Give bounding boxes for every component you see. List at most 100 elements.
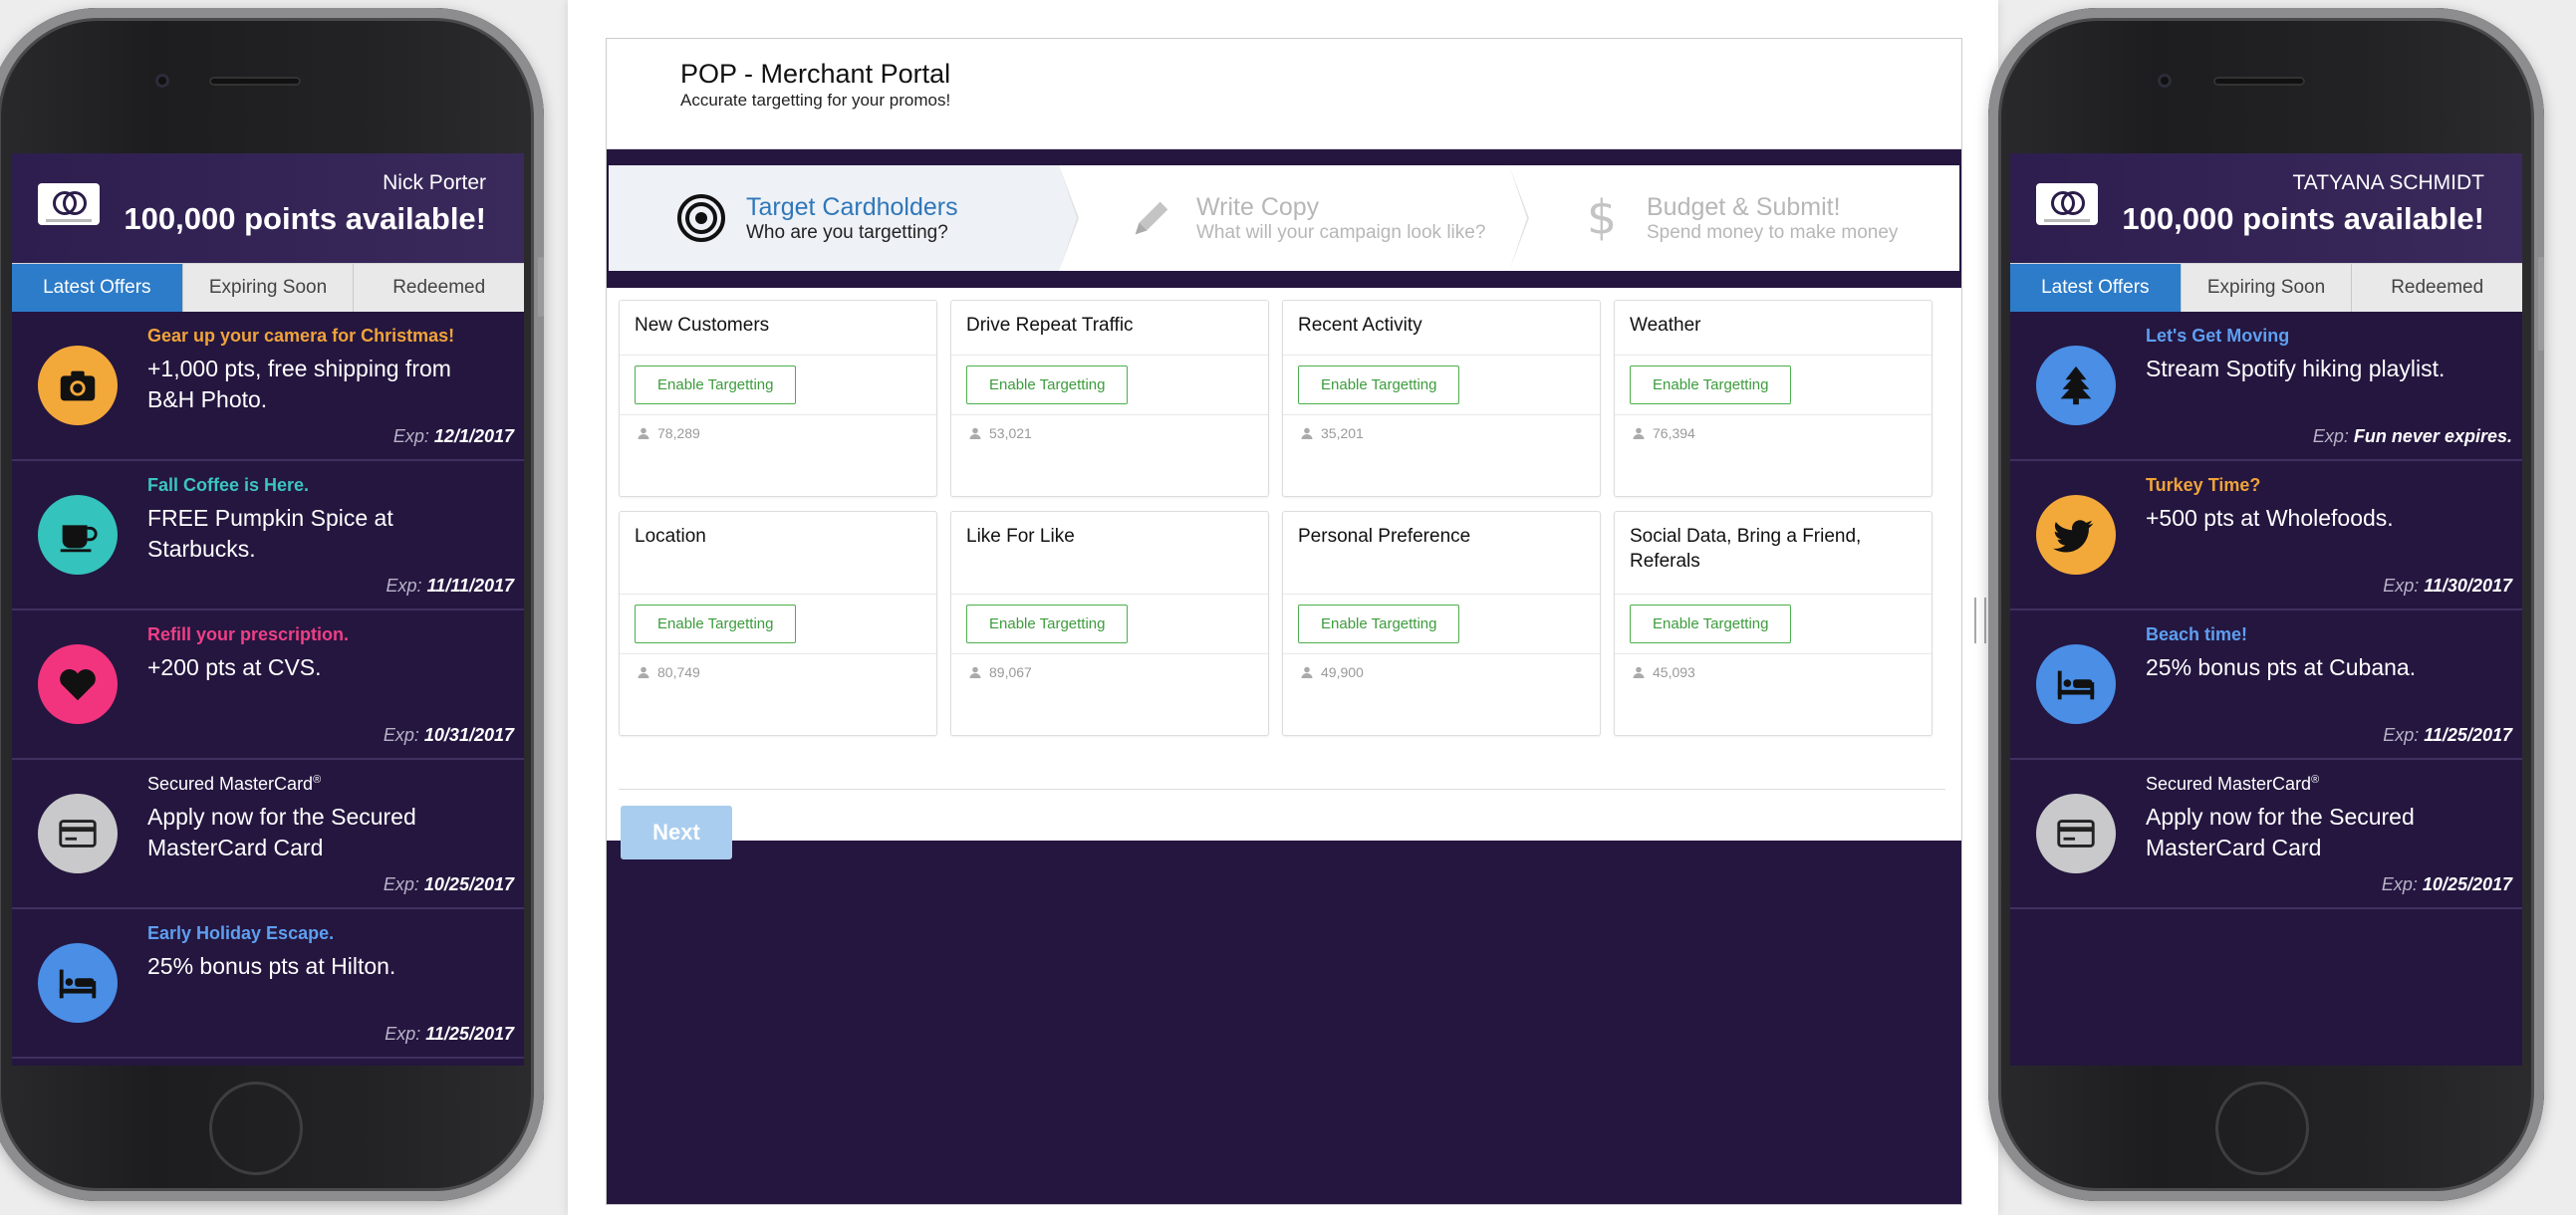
tab-redeemed[interactable]: Redeemed [2352, 264, 2522, 312]
portal-browser-window: POP - Merchant Portal Accurate targettin… [568, 0, 1998, 1215]
enable-targetting-button[interactable]: Enable Targetting [635, 605, 797, 643]
tab-latest-offers[interactable]: Latest Offers [12, 264, 183, 312]
targeting-card: Recent Activity Enable Targetting 35,201 [1282, 300, 1601, 497]
wizard-steps: Target Cardholders Who are you targettin… [609, 165, 1959, 271]
tab-latest-offers[interactable]: Latest Offers [2010, 264, 2182, 312]
resize-handle[interactable] [1974, 598, 1986, 643]
step-write-copy[interactable]: Write Copy What will your campaign look … [1059, 165, 1529, 271]
offer-expiration: Exp: 11/11/2017 [386, 576, 514, 596]
tab-expiring-soon[interactable]: Expiring Soon [2181, 264, 2353, 312]
targeting-card: Social Data, Bring a Friend, Referals Ena… [1614, 511, 1932, 736]
offer-item[interactable]: Refill your prescription. +200 pts at CVS… [12, 610, 524, 760]
offer-item[interactable]: Beach time! 25% bonus pts at Cubana. Exp: … [2010, 610, 2522, 760]
account-header: TATYANA SCHMIDT 100,000 points available… [2010, 153, 2522, 263]
offer-item[interactable]: Early Holiday Escape. 25% bonus pts at Hi… [12, 909, 524, 1059]
bed-icon [2036, 644, 2116, 724]
home-button[interactable] [209, 1082, 303, 1175]
next-button[interactable]: Next [621, 806, 732, 859]
pine-tree-icon [2036, 346, 2116, 425]
step-title: Target Cardholders [746, 192, 958, 221]
mastercard-logo-icon [38, 183, 100, 225]
offer-list: Gear up your camera for Christmas! +1,000… [12, 312, 524, 1059]
phone-left: Nick Porter 100,000 points available! La… [0, 8, 544, 1201]
enable-targetting-button[interactable]: Enable Targetting [1298, 365, 1460, 404]
speaker-grille [209, 77, 301, 86]
side-button [2538, 257, 2544, 351]
enable-targetting-button[interactable]: Enable Targetting [1630, 605, 1792, 643]
merchant-portal: POP - Merchant Portal Accurate targettin… [606, 38, 1962, 1205]
card-title: Drive Repeat Traffic [966, 315, 1134, 336]
offer-expiration: Exp: 11/25/2017 [385, 1024, 514, 1044]
audience-count: 35,201 [1283, 415, 1600, 451]
coffee-cup-icon [38, 495, 118, 575]
offer-item[interactable]: Fall Coffee is Here. FREE Pumpkin Spice a… [12, 461, 524, 610]
card-action-row: Enable Targetting [620, 594, 936, 654]
account-header: Nick Porter 100,000 points available! [12, 153, 524, 263]
card-action-row: Enable Targetting [1615, 355, 1932, 415]
user-icon [1633, 666, 1645, 678]
offer-description: 25% bonus pts at Cubana. [2146, 654, 2417, 680]
targeting-card: Personal Preference Enable Targetting 49,9… [1282, 511, 1601, 736]
step-budget-submit[interactable]: $ Budget & Submit! Spend money to make m… [1509, 165, 1959, 271]
step-target-cardholders[interactable]: Target Cardholders Who are you targettin… [609, 165, 1079, 271]
offer-expiration: Exp: 11/30/2017 [2383, 576, 2512, 596]
card-title: New Customers [635, 315, 770, 336]
enable-targetting-button[interactable]: Enable Targetting [1298, 605, 1460, 643]
offer-kicker: Refill your prescription. [147, 624, 350, 644]
speaker-grille [2213, 77, 2305, 86]
points-available: 100,000 points available! [2122, 201, 2484, 236]
card-action-row: Enable Targetting [1283, 355, 1600, 415]
card-title: Personal Preference [1298, 526, 1471, 547]
enable-targetting-button[interactable]: Enable Targetting [635, 365, 797, 404]
phone-screen: Nick Porter 100,000 points available! La… [12, 153, 524, 1066]
targeting-card-grid: New Customers Enable Targetting 78,289 Driv… [619, 300, 1943, 750]
user-icon [638, 427, 649, 439]
card-action-row: Enable Targetting [951, 594, 1268, 654]
tab-expiring-soon[interactable]: Expiring Soon [182, 264, 355, 312]
points-available: 100,000 points available! [124, 201, 486, 236]
card-action-row: Enable Targetting [951, 355, 1268, 415]
offer-kicker: Fall Coffee is Here. [147, 475, 310, 495]
offer-item[interactable]: Gear up your camera for Christmas! +1,000… [12, 312, 524, 461]
offer-expiration: Exp: 12/1/2017 [392, 426, 514, 446]
targeting-card: Location Enable Targetting 80,749 [619, 511, 937, 736]
registered-mark: ® [2311, 774, 2320, 786]
credit-card-icon [38, 794, 118, 873]
step-desc: Who are you targetting? [746, 221, 948, 243]
home-button[interactable] [2215, 1082, 2309, 1175]
enable-targetting-button[interactable]: Enable Targetting [966, 605, 1129, 643]
target-icon [674, 191, 728, 245]
step-desc: What will your campaign look like? [1196, 221, 1486, 243]
offer-item[interactable]: Secured MasterCard® Apply now for the Sec… [12, 760, 524, 909]
offer-list: Let's Get Moving Stream Spotify hiking pl… [2010, 312, 2522, 909]
offer-kicker: Secured MasterCard® [147, 774, 322, 794]
offer-tabs: Latest Offers Expiring Soon Redeemed [12, 263, 524, 312]
offer-description: FREE Pumpkin Spice at Starbucks. [147, 505, 393, 562]
enable-targetting-button[interactable]: Enable Targetting [966, 365, 1129, 404]
offer-item[interactable]: Turkey Time? +500 pts at Wholefoods. Exp: … [2010, 461, 2522, 610]
card-title: Social Data, Bring a Friend, Referals [1630, 526, 1862, 572]
dollar-icon: $ [1575, 190, 1629, 245]
enable-targetting-button[interactable]: Enable Targetting [1630, 365, 1792, 404]
step-desc: Spend money to make money [1647, 221, 1899, 243]
card-action-row: Enable Targetting [1283, 594, 1600, 654]
svg-text:$: $ [1587, 190, 1617, 245]
offer-description: +200 pts at CVS. [147, 654, 322, 680]
card-title: Like For Like [966, 526, 1075, 547]
offer-kicker: Gear up your camera for Christmas! [147, 326, 455, 346]
offer-item[interactable]: Let's Get Moving Stream Spotify hiking pl… [2010, 312, 2522, 461]
audience-count: 49,900 [1283, 654, 1600, 690]
bird-icon [2036, 495, 2116, 575]
offer-expiration: Exp: 10/31/2017 [383, 725, 514, 745]
offer-expiration: Exp: 10/25/2017 [2381, 874, 2512, 894]
offer-item[interactable]: Secured MasterCard® Apply now for the Sec… [2010, 760, 2522, 909]
targeting-options: New Customers Enable Targetting 78,289 Driv… [607, 288, 1961, 859]
offer-expiration: Exp: Fun never expires. [2312, 426, 2512, 446]
offer-tabs: Latest Offers Expiring Soon Redeemed [2010, 263, 2522, 312]
phone-screen: TATYANA SCHMIDT 100,000 points available… [2010, 153, 2522, 1066]
targeting-card: Like For Like Enable Targetting 89,067 [950, 511, 1269, 736]
offer-description: Apply now for the Secured MasterCard Car… [147, 804, 416, 860]
offer-expiration: Exp: 10/25/2017 [383, 874, 514, 894]
tab-redeemed[interactable]: Redeemed [354, 264, 524, 312]
targeting-card: New Customers Enable Targetting 78,289 [619, 300, 937, 497]
